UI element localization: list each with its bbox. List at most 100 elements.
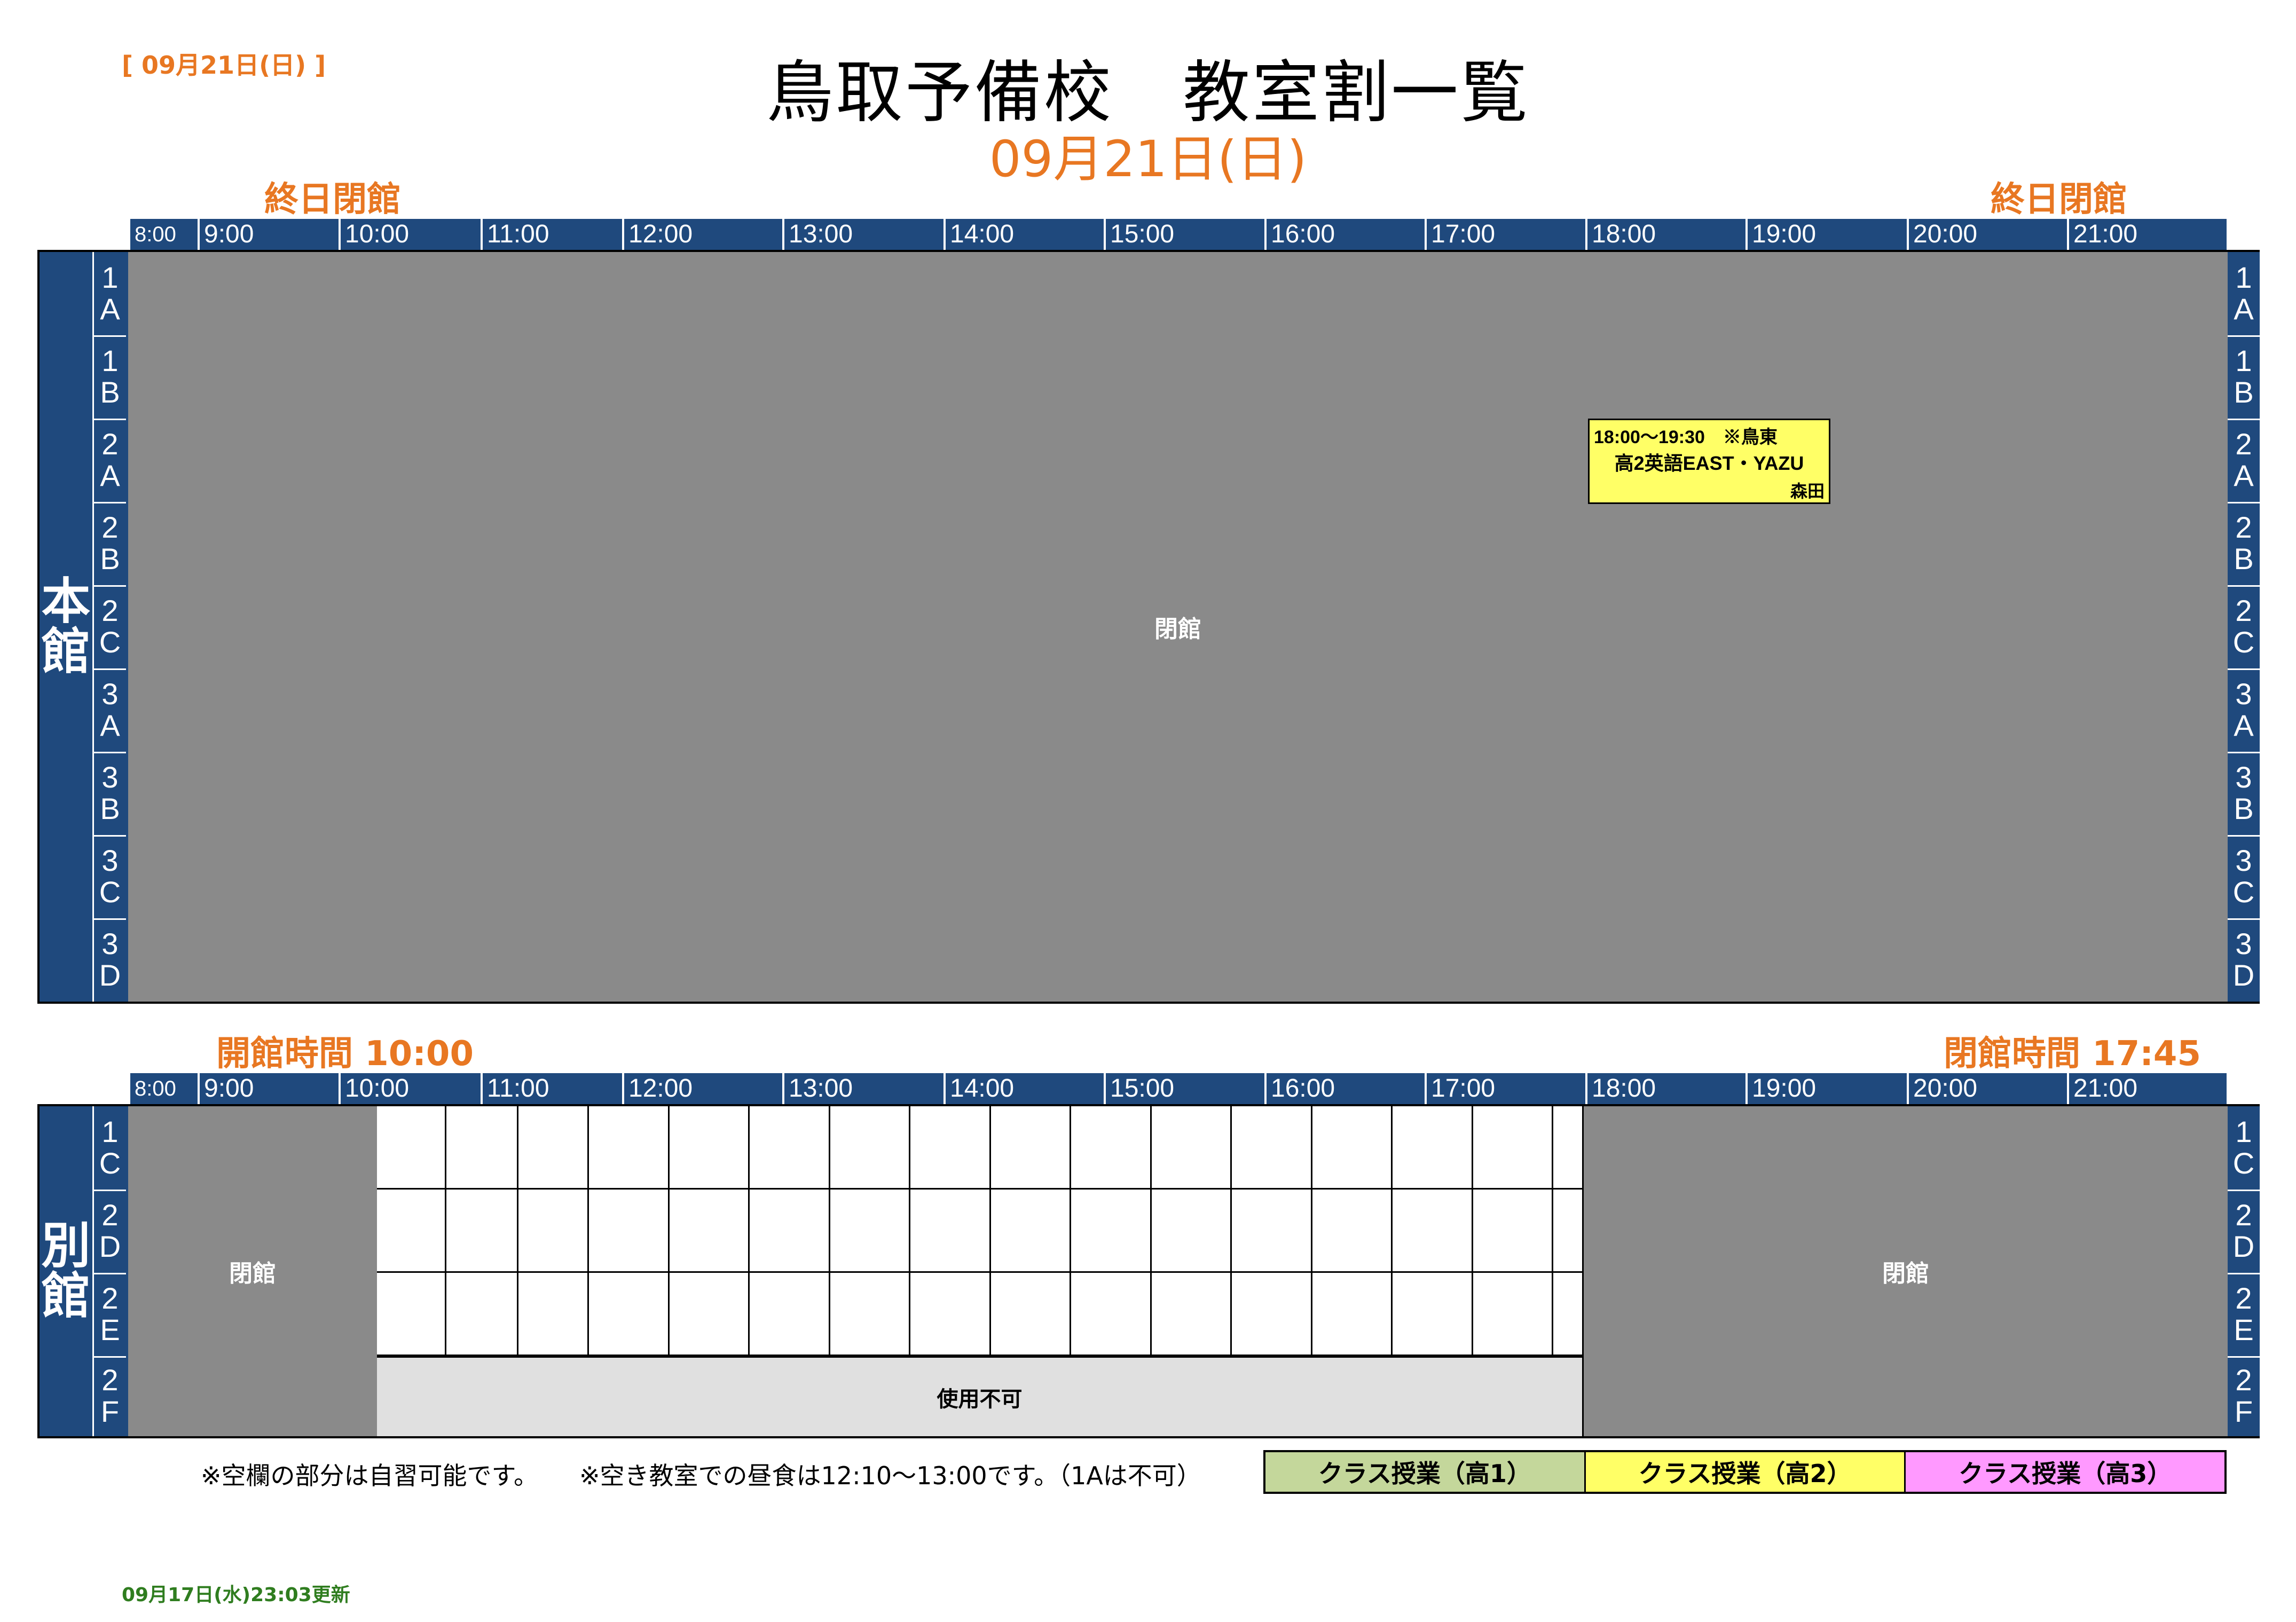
- free-slot[interactable]: [1312, 1190, 1393, 1273]
- room-label: 1A: [2228, 252, 2260, 337]
- bekkan-notice-left: 開館時間 10:00: [216, 1034, 474, 1074]
- room-label: 3A: [94, 668, 126, 753]
- free-slot[interactable]: [830, 1273, 910, 1356]
- free-slot[interactable]: [1071, 1190, 1152, 1273]
- free-slot[interactable]: [1152, 1106, 1232, 1190]
- time-tick: 11:00: [481, 219, 549, 250]
- bekkan-closed-morning: 閉館: [128, 1106, 377, 1436]
- free-slot[interactable]: [670, 1190, 750, 1273]
- time-tick: 16:00: [1264, 219, 1335, 250]
- time-tick: 10:00: [339, 1073, 409, 1104]
- free-slot[interactable]: [518, 1273, 589, 1356]
- room-label: 2F: [2234, 1363, 2253, 1428]
- free-slot[interactable]: [1152, 1190, 1232, 1273]
- free-slot[interactable]: [1152, 1273, 1232, 1356]
- room-label: 1C: [94, 1106, 126, 1191]
- time-tick: 14:00: [943, 1073, 1014, 1104]
- footnote-lunch: ※空き教室での昼食は12:10～13:00です。（1Aは不可）: [579, 1461, 1201, 1490]
- legend: クラス授業（高1） クラス授業（高2） クラス授業（高3）: [1263, 1450, 2227, 1494]
- free-slot[interactable]: [1071, 1106, 1152, 1190]
- free-slot[interactable]: [830, 1106, 910, 1190]
- free-slot[interactable]: [1473, 1106, 1553, 1190]
- free-slot[interactable]: [750, 1106, 830, 1190]
- free-slot[interactable]: [1312, 1273, 1393, 1356]
- free-slot[interactable]: [910, 1273, 991, 1356]
- room-label: 2E: [94, 1273, 126, 1358]
- free-slot[interactable]: [991, 1106, 1071, 1190]
- closed-label: 閉館: [1882, 1260, 1929, 1287]
- bekkan-grid: 別 館 1C 2D 2E 2F 閉館 使用不可 閉館 1C 2D 2E 2F: [37, 1104, 2260, 1438]
- free-slot[interactable]: [830, 1190, 910, 1273]
- bekkan-time-header: 8:00 9:00 10:00 11:00 12:00 13:00 14:00 …: [128, 1073, 2227, 1104]
- time-tick: 19:00: [1745, 219, 1816, 250]
- free-slot[interactable]: [446, 1106, 518, 1190]
- free-slot[interactable]: [991, 1273, 1071, 1356]
- free-slot[interactable]: [377, 1190, 446, 1273]
- honkan-rooms-left: 1A 1B 2A 2B 2C 3A 3B 3C 3D: [94, 252, 128, 1002]
- free-slot[interactable]: [1232, 1273, 1312, 1356]
- free-slot[interactable]: [1553, 1273, 1584, 1356]
- legend-item-grade3: クラス授業（高3）: [1906, 1452, 2225, 1492]
- free-slot[interactable]: [750, 1190, 830, 1273]
- free-slot[interactable]: [1553, 1106, 1584, 1190]
- free-slot[interactable]: [910, 1190, 991, 1273]
- free-slot[interactable]: [589, 1106, 670, 1190]
- free-slot[interactable]: [1393, 1273, 1473, 1356]
- free-slot[interactable]: [991, 1190, 1071, 1273]
- room-label: 2C: [2228, 585, 2260, 670]
- time-tick: 9:00: [198, 219, 254, 250]
- footnote-self-study: ※空欄の部分は自習可能です。: [201, 1461, 538, 1490]
- time-tick: 15:00: [1104, 1073, 1174, 1104]
- closed-label: 閉館: [229, 1260, 276, 1287]
- free-slot[interactable]: [1393, 1106, 1473, 1190]
- room-label: 3C: [94, 835, 126, 920]
- room-label: 3B: [2228, 752, 2260, 837]
- room-label: 2B: [2228, 502, 2260, 587]
- time-tick: 11:00: [481, 1073, 549, 1104]
- free-slot[interactable]: [377, 1273, 446, 1356]
- free-slot[interactable]: [518, 1106, 589, 1190]
- free-slot[interactable]: [1232, 1106, 1312, 1190]
- time-tick: 20:00: [1907, 1073, 1977, 1104]
- free-slot[interactable]: [589, 1273, 670, 1356]
- time-tick: 8:00: [128, 219, 176, 250]
- free-slot[interactable]: [1473, 1190, 1553, 1273]
- closed-label: 閉館: [1154, 616, 1201, 643]
- free-slot[interactable]: [446, 1273, 518, 1356]
- honkan-grid: 本 館 1A 1B 2A 2B 2C 3A 3B 3C 3D 閉館 18:00～…: [37, 250, 2260, 1004]
- updated-timestamp: 09月17日(水)23:03更新: [122, 1584, 350, 1606]
- room-label: 2F: [100, 1363, 120, 1428]
- room-label: 2D: [94, 1190, 126, 1274]
- free-slot[interactable]: [518, 1190, 589, 1273]
- free-slot[interactable]: [1473, 1273, 1553, 1356]
- time-tick: 12:00: [622, 219, 693, 250]
- room-label: 3A: [2228, 668, 2260, 753]
- unusable-area-2f: 使用不可: [377, 1356, 1584, 1436]
- free-slot[interactable]: [446, 1190, 518, 1273]
- free-slot[interactable]: [377, 1106, 446, 1190]
- bekkan-rooms-left: 1C 2D 2E 2F: [94, 1106, 128, 1436]
- time-tick: 18:00: [1585, 219, 1656, 250]
- free-slot[interactable]: [1232, 1190, 1312, 1273]
- time-tick: 15:00: [1104, 219, 1174, 250]
- legend-item-grade1: クラス授業（高1）: [1265, 1452, 1586, 1492]
- class-event[interactable]: 18:00～19:30 ※鳥東 高2英語EAST・YAZU 森田: [1588, 419, 1830, 504]
- building-char: 本: [41, 573, 91, 631]
- free-slot[interactable]: [1071, 1273, 1152, 1356]
- free-slot[interactable]: [589, 1190, 670, 1273]
- free-slot[interactable]: [670, 1106, 750, 1190]
- free-slot[interactable]: [1553, 1190, 1584, 1273]
- bekkan-closed-evening: 閉館: [1584, 1106, 2228, 1436]
- free-slot[interactable]: [670, 1273, 750, 1356]
- room-label: 1C: [2228, 1106, 2260, 1191]
- free-slot[interactable]: [1393, 1190, 1473, 1273]
- free-slot[interactable]: [910, 1106, 991, 1190]
- room-label: 1B: [2228, 335, 2260, 420]
- bekkan-rooms-right: 1C 2D 2E 2F: [2228, 1106, 2260, 1436]
- room-label: 3B: [94, 752, 126, 837]
- free-slot[interactable]: [1312, 1106, 1393, 1190]
- room-label: 2A: [2228, 419, 2260, 503]
- free-slot[interactable]: [750, 1273, 830, 1356]
- time-tick: 17:00: [1425, 219, 1495, 250]
- room-label: 2C: [94, 585, 126, 670]
